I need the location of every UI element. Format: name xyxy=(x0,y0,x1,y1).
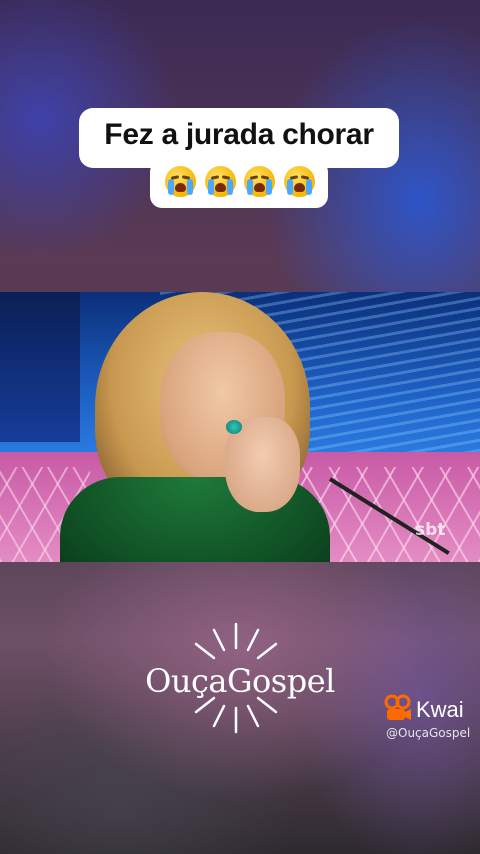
kwai-logo-icon xyxy=(384,694,411,720)
loudly-crying-face-icon xyxy=(244,166,276,197)
ring xyxy=(226,420,242,434)
channel-watermark: sbt xyxy=(415,520,446,540)
brand-logo: OuçaGospel xyxy=(130,618,350,738)
account-handle: @OuçaGospel xyxy=(386,726,471,740)
kwai-watermark: Kwai @OuçaGospel xyxy=(384,694,476,742)
caption-bubble: Fez a jurada chorar xyxy=(79,108,399,208)
loudly-crying-face-icon xyxy=(283,166,315,197)
stage-panel xyxy=(0,292,80,442)
kwai-label: Kwai xyxy=(416,697,464,722)
emoji-row xyxy=(165,166,315,198)
video-frame[interactable]: sbt xyxy=(0,292,480,562)
caption-title: Fez a jurada chorar xyxy=(104,118,374,151)
brand-name: OuçaGospel xyxy=(145,662,335,700)
loudly-crying-face-icon xyxy=(204,166,236,197)
loudly-crying-face-icon xyxy=(165,166,196,197)
